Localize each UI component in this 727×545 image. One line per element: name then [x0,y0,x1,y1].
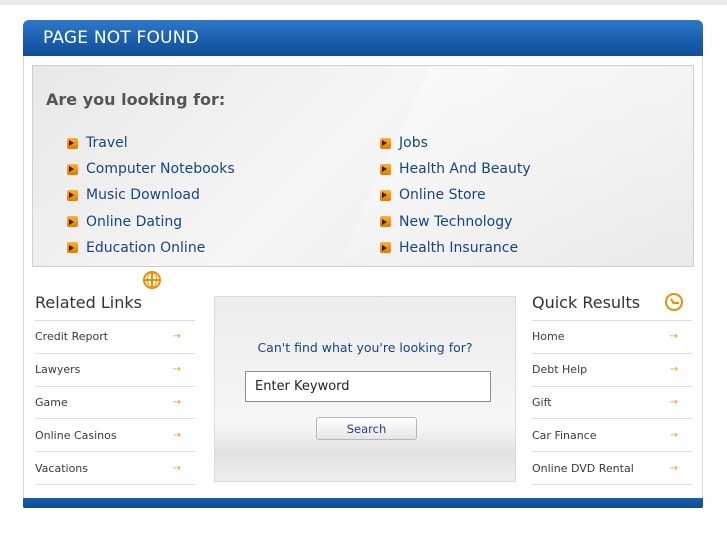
quick-result-link[interactable]: Online DVD Rental → [532,452,692,485]
arrow-right-icon: → [669,331,678,343]
suggestion-link[interactable]: Online Dating [67,209,235,235]
suggestion-link[interactable]: Computer Notebooks [67,156,235,182]
related-link[interactable]: Game → [35,387,195,420]
related-links-list: Credit Report → Lawyers → Game → Online Cas… [35,320,195,485]
suggestion-label: Education Online [86,239,206,256]
suggestion-label: Computer Notebooks [86,161,235,178]
bullet-arrow-icon [380,242,391,254]
page-header: PAGE NOT FOUND [23,20,703,56]
arrow-right-icon: → [669,462,678,474]
related-link[interactable]: Vacations → [35,452,195,485]
suggestion-link[interactable]: Education Online [67,235,235,261]
suggestion-label: Online Store [399,187,486,204]
footer-bar [23,498,703,508]
suggestion-label: Health Insurance [399,239,519,256]
suggestion-label: Online Dating [86,213,183,230]
quick-result-label: Home [532,330,565,344]
suggestion-label: Travel [86,135,128,152]
suggestions-box: Are you looking for: Travel Computer Not… [32,65,694,267]
related-link-label: Lawyers [35,363,81,377]
suggestion-link[interactable]: Travel [67,130,235,156]
search-input[interactable] [245,371,491,402]
suggestion-link[interactable]: Online Store [380,182,531,208]
quick-result-label: Debt Help [532,363,588,377]
suggestions-right-list: Jobs Health And Beauty Online Store New … [380,130,531,261]
suggestion-link[interactable]: Health And Beauty [380,156,531,182]
quick-result-link[interactable]: Car Finance → [532,419,692,453]
clock-icon [665,293,683,311]
bullet-arrow-icon [380,163,391,175]
suggestion-label: Health And Beauty [399,161,531,178]
quick-results-list: Home → Debt Help → Gift → Car Finance → Onli… [532,320,692,485]
arrow-right-icon: → [669,364,678,376]
quick-result-label: Gift [532,395,552,409]
arrow-right-icon: → [172,429,181,441]
bullet-arrow-icon [67,137,78,149]
related-link-label: Online Casinos [35,428,117,442]
arrow-right-icon: → [172,396,181,408]
suggestion-label: Jobs [399,135,428,152]
search-button[interactable]: Search [316,417,417,440]
globe-icon [143,271,161,289]
suggestion-link[interactable]: Jobs [380,130,531,156]
arrow-right-icon: → [172,462,181,474]
related-link[interactable]: Lawyers → [35,354,195,387]
suggestions-heading: Are you looking for: [46,90,226,109]
related-link[interactable]: Online Casinos → [35,419,195,453]
suggestion-link[interactable]: Health Insurance [380,235,531,261]
arrow-right-icon: → [669,396,678,408]
top-strip [0,0,727,5]
bullet-arrow-icon [67,242,78,254]
bullet-arrow-icon [67,216,78,228]
related-link-label: Credit Report [35,330,109,344]
suggestion-link[interactable]: Music Download [67,182,235,208]
suggestion-link[interactable]: New Technology [380,209,531,235]
quick-result-label: Online DVD Rental [532,461,634,475]
quick-result-link[interactable]: Home → [532,321,692,354]
bullet-arrow-icon [67,163,78,175]
quick-results-title: Quick Results [532,293,641,312]
bullet-arrow-icon [380,137,391,149]
quick-result-link[interactable]: Gift → [532,387,692,420]
arrow-right-icon: → [669,429,678,441]
suggestions-left-list: Travel Computer Notebooks Music Download… [67,130,235,261]
search-prompt: Can't find what you're looking for? [257,340,473,355]
arrow-right-icon: → [172,331,181,343]
related-link-label: Vacations [35,461,89,475]
suggestion-label: Music Download [86,187,200,204]
bullet-arrow-icon [380,189,391,201]
related-link[interactable]: Credit Report → [35,321,195,354]
quick-result-label: Car Finance [532,428,597,442]
search-panel: Can't find what you're looking for? Sear… [214,296,516,482]
quick-result-link[interactable]: Debt Help → [532,354,692,387]
related-link-label: Game [35,395,68,409]
suggestion-label: New Technology [399,213,513,230]
bullet-arrow-icon [380,216,391,228]
related-links-title: Related Links [35,293,142,312]
page-title: PAGE NOT FOUND [43,28,199,48]
arrow-right-icon: → [172,364,181,376]
bullet-arrow-icon [67,189,78,201]
